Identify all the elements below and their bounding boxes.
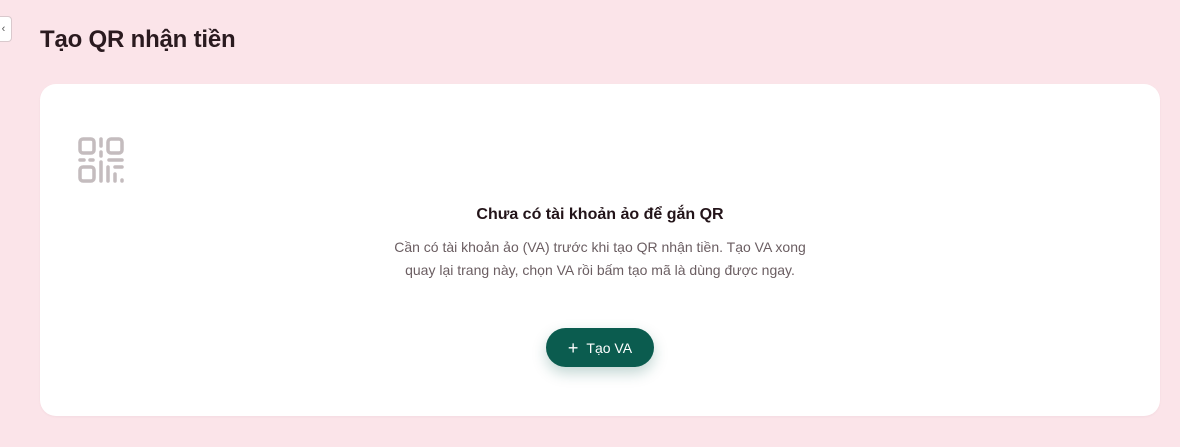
qr-code-icon (78, 137, 124, 183)
page-title: Tạo QR nhận tiền (40, 26, 236, 53)
chevron-left-icon: ‹ (1, 23, 6, 35)
empty-state-description: Cần có tài khoản ảo (VA) trước khi tạo Q… (394, 239, 806, 278)
create-va-button[interactable]: + Tạo VA (546, 328, 654, 367)
collapse-sidebar-button[interactable]: ‹ (0, 16, 12, 42)
plus-icon: + (567, 337, 579, 358)
create-va-label: Tạo VA (586, 339, 633, 356)
empty-state-card: Chưa có tài khoản ảo để gắn QR Cần có tà… (40, 84, 1160, 416)
empty-state-title: Chưa có tài khoản ảo để gắn QR (476, 206, 724, 223)
